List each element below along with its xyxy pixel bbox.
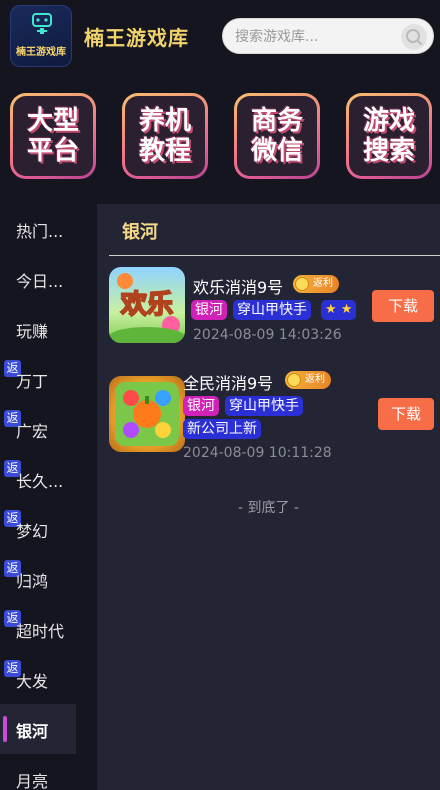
category-sidebar: 热门... 今日... 玩赚 返 万丁 返 广宏 返 长久... 返 梦幻 返 … [0, 204, 97, 790]
sidebar-item-label: 大发 [16, 672, 49, 691]
game-timestamp: 2024-08-09 14:03:26 [193, 327, 342, 343]
sidebar-item-wanding[interactable]: 返 万丁 [0, 354, 76, 404]
feature-label-2: 平台 [26, 136, 79, 166]
sidebar-item-chaoshidai[interactable]: 返 超时代 [0, 604, 76, 654]
sidebar-item-changjiu[interactable]: 返 长久... [0, 454, 76, 504]
divider [109, 255, 440, 256]
tag-platform: 银河 [183, 396, 219, 416]
game-thumbnail[interactable]: 欢乐 [109, 267, 185, 343]
coin-icon [287, 373, 301, 387]
sidebar-item-label: 热门... [16, 222, 64, 241]
sidebar-item-guihong[interactable]: 返 归鸿 [0, 554, 76, 604]
feature-label-1: 游戏 [362, 106, 415, 136]
sidebar-item-label: 月亮 [16, 772, 49, 790]
sidebar-item-label: 今日... [16, 272, 64, 291]
tag-new-company: 新公司上新 [183, 419, 261, 439]
feature-label-1: 商务 [250, 106, 303, 136]
tag-channel: 穿山甲快手 [225, 396, 303, 416]
sidebar-item-label: 玩赚 [16, 322, 49, 341]
sidebar-item-yueliang[interactable]: 月亮 [0, 754, 76, 790]
game-thumbnail-art [115, 382, 179, 446]
game-timestamp: 2024-08-09 10:11:28 [183, 445, 332, 461]
game-card[interactable]: 欢乐 欢乐消消9号 返利 银河 穿山甲快手 ★ ★ 2024-08-09 14:… [109, 267, 434, 347]
game-thumbnail[interactable] [109, 376, 185, 452]
game-name: 全民消消9号 [183, 374, 274, 393]
feature-label-2: 搜索 [362, 136, 415, 166]
coin-icon [295, 277, 309, 291]
tag-channel: 穿山甲快手 [233, 300, 311, 320]
feature-large-platform-button[interactable]: 大型 平台 [10, 93, 96, 179]
feature-game-search-button[interactable]: 游戏 搜索 [346, 93, 432, 179]
rebate-label: 返利 [305, 374, 325, 385]
feature-tutorial-button[interactable]: 养机 教程 [122, 93, 208, 179]
sidebar-item-label: 广宏 [16, 422, 49, 441]
feature-business-wechat-button[interactable]: 商务 微信 [234, 93, 320, 179]
logo-text: 楠王游戏库 [16, 47, 66, 58]
app-header: 楠王游戏库 楠王游戏库 [0, 0, 440, 76]
gamepad-icon [32, 13, 52, 34]
game-list-panel: 银河 欢乐 欢乐消消9号 返利 银河 穿山甲快手 ★ ★ 2024-08-09 … [97, 204, 440, 790]
thumbnail-title: 欢乐 [120, 290, 173, 320]
feature-label-1: 大型 [26, 106, 79, 136]
search-box[interactable] [222, 18, 434, 54]
game-card[interactable]: 全民消消9号 返利 银河 穿山甲快手 新公司上新 2024-08-09 10:1… [109, 370, 434, 470]
rebate-badge: 返利 [285, 371, 331, 389]
section-title: 银河 [122, 222, 158, 243]
sidebar-item-label: 超时代 [16, 622, 65, 641]
game-name: 欢乐消消9号 [193, 278, 284, 297]
app-logo[interactable]: 楠王游戏库 [10, 5, 72, 67]
feature-label-1: 养机 [138, 106, 191, 136]
feature-label-2: 教程 [138, 136, 191, 166]
game-thumbnail-art: 欢乐 [109, 273, 185, 343]
rating-stars: ★ ★ [321, 300, 357, 320]
sidebar-item-today[interactable]: 今日... [0, 254, 76, 304]
sidebar-item-wanzhuan[interactable]: 玩赚 [0, 304, 76, 354]
rebate-badge: 返利 [293, 275, 339, 293]
feature-buttons: 大型 平台 养机 教程 商务 微信 游戏 搜索 [0, 76, 440, 198]
sidebar-item-label: 梦幻 [16, 522, 49, 541]
feature-label-2: 微信 [250, 136, 303, 166]
sidebar-item-label: 长久... [16, 472, 64, 491]
download-button[interactable]: 下载 [372, 290, 434, 322]
sidebar-item-menghuan[interactable]: 返 梦幻 [0, 504, 76, 554]
sidebar-item-label: 万丁 [16, 372, 49, 391]
tag-platform: 银河 [191, 300, 227, 320]
active-indicator [3, 716, 7, 742]
sidebar-item-label: 银河 [16, 722, 49, 741]
sidebar-item-dafa[interactable]: 返 大发 [0, 654, 76, 704]
sidebar-item-yinhe[interactable]: 银河 [0, 704, 76, 754]
download-button[interactable]: 下载 [378, 398, 434, 430]
sidebar-item-label: 归鸿 [16, 572, 49, 591]
end-of-list-note: - 到底了 - [237, 500, 299, 516]
search-input[interactable] [235, 25, 405, 49]
rebate-label: 返利 [313, 278, 333, 289]
sidebar-item-hot[interactable]: 热门... [0, 204, 76, 254]
app-title: 楠王游戏库 [84, 26, 189, 50]
sidebar-item-guanghong[interactable]: 返 广宏 [0, 404, 76, 454]
search-icon[interactable] [401, 24, 427, 50]
